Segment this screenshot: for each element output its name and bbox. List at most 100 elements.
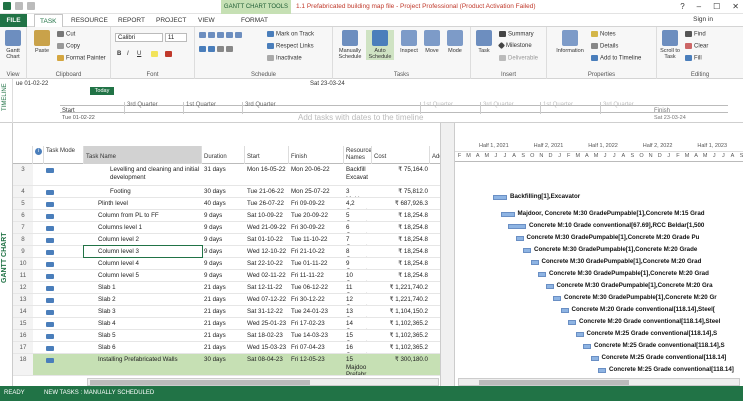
tab-project[interactable]: PROJECT: [151, 14, 191, 27]
finish-cell[interactable]: Tue 14-03-23: [289, 330, 344, 341]
finish-cell[interactable]: Fri 11-11-22: [289, 270, 344, 281]
finish-cell[interactable]: Fri 21-10-22: [289, 246, 344, 257]
cost-cell[interactable]: ₹ 75,812.0: [372, 186, 430, 197]
duration-cell[interactable]: 9 days: [202, 258, 245, 269]
gantt-chart-button[interactable]: Gantt Chart: [0, 30, 26, 60]
duration-cell[interactable]: 9 days: [202, 246, 245, 257]
summary-button[interactable]: Summary: [499, 31, 534, 38]
gantt-bar[interactable]: [598, 368, 606, 373]
table-row[interactable]: 11 Column level 59 days Wed 02-11-22 Fri 11…: [13, 270, 440, 282]
col-header-duration[interactable]: Duration: [202, 146, 245, 164]
cost-cell[interactable]: ₹ 18,254.8: [372, 222, 430, 233]
table-row[interactable]: 5 Plinth level 40 days Tue 26-07-22 Fri 09-0…: [13, 198, 440, 210]
duration-cell[interactable]: 9 days: [202, 270, 245, 281]
resource-names-cell[interactable]: 9 Concret: [344, 258, 372, 269]
col-header-finish[interactable]: Finish: [289, 146, 344, 164]
task-mode-cell[interactable]: [44, 270, 84, 281]
indicator-cell[interactable]: [33, 354, 44, 375]
gantt-bar[interactable]: [553, 296, 561, 301]
auto-schedule-button[interactable]: Auto Schedule: [366, 30, 394, 60]
finish-cell[interactable]: Fri 30-09-22: [289, 222, 344, 233]
add-column-cell[interactable]: [430, 246, 440, 257]
duration-cell[interactable]: 30 days: [202, 354, 245, 375]
cut-button[interactable]: Cut: [57, 31, 75, 38]
resource-names-cell[interactable]: 8 Concret: [344, 246, 372, 257]
indicator-cell[interactable]: [33, 198, 44, 209]
task-name-cell[interactable]: Slab 1: [84, 282, 202, 293]
task-mode-cell[interactable]: [44, 198, 84, 209]
task-mode-cell[interactable]: [44, 282, 84, 293]
highlight-color-button[interactable]: [151, 51, 160, 58]
start-cell[interactable]: Tue 26-07-22: [245, 198, 289, 209]
duration-cell[interactable]: 31 days: [202, 164, 245, 185]
task-name-cell[interactable]: Column level 2: [84, 234, 202, 245]
table-row[interactable]: 16 Slab 5 21 days Sat 18-02-23 Tue 14-03-23 1…: [13, 330, 440, 342]
task-grid[interactable]: i Task Mode Task Name Duration Start Fin…: [13, 123, 440, 386]
task-name-cell[interactable]: Slab 4: [84, 318, 202, 329]
duration-cell[interactable]: 9 days: [202, 210, 245, 221]
row-id-cell[interactable]: 5: [13, 198, 33, 209]
table-row[interactable]: 8 Column level 29 days Sat 01-10-22 Tue 11-…: [13, 234, 440, 246]
col-header-add[interactable]: Add: [430, 146, 440, 164]
task-mode-cell[interactable]: [44, 246, 84, 257]
indicator-cell[interactable]: [33, 210, 44, 221]
col-header-task-mode[interactable]: Task Mode: [44, 146, 84, 164]
finish-cell[interactable]: Tue 11-10-22: [289, 234, 344, 245]
add-column-cell[interactable]: [430, 222, 440, 233]
duration-cell[interactable]: 21 days: [202, 306, 245, 317]
add-column-cell[interactable]: [430, 186, 440, 197]
start-cell[interactable]: Wed 15-03-23: [245, 342, 289, 353]
resource-names-cell[interactable]: 14 Concret: [344, 318, 372, 329]
task-name-cell[interactable]: Column from PL to FF: [84, 210, 202, 221]
indicator-cell[interactable]: [33, 282, 44, 293]
gantt-chart-pane[interactable]: Half 1, 2021 Half 2, 2021 Half 1, 2022 Half…: [455, 123, 743, 386]
milestone-button[interactable]: Milestone: [497, 41, 532, 49]
task-name-cell[interactable]: Column level 3: [83, 245, 203, 258]
table-row[interactable]: 10 Column level 49 days Sat 22-10-22 Tue 01…: [13, 258, 440, 270]
duration-cell[interactable]: 21 days: [202, 294, 245, 305]
cost-cell[interactable]: ₹ 18,254.8: [372, 234, 430, 245]
inspect-button[interactable]: Inspect: [397, 30, 421, 54]
task-name-cell[interactable]: Levelling and cleaning and initial devel…: [84, 164, 202, 185]
row-id-cell[interactable]: 13: [13, 294, 33, 305]
table-row[interactable]: 7 Columns level 19 days Wed 21-09-22 Fri 30…: [13, 222, 440, 234]
paste-button[interactable]: Paste: [29, 30, 55, 54]
italic-button[interactable]: I: [127, 51, 129, 57]
add-column-cell[interactable]: [430, 210, 440, 221]
add-column-cell[interactable]: [430, 306, 440, 317]
resource-names-cell[interactable]: 3 Majdoo: [344, 186, 372, 197]
tab-file[interactable]: FILE: [0, 14, 27, 27]
row-id-cell[interactable]: 4: [13, 186, 33, 197]
gantt-bar[interactable]: [560, 308, 569, 313]
gantt-bar[interactable]: [493, 195, 507, 200]
cost-cell[interactable]: ₹ 1,221,740.2: [372, 282, 430, 293]
grid-horizontal-scrollbar[interactable]: [87, 378, 439, 386]
add-column-cell[interactable]: [430, 258, 440, 269]
chart-horizontal-scrollbar[interactable]: [458, 378, 740, 386]
tab-view[interactable]: VIEW: [193, 14, 220, 27]
task-name-cell[interactable]: Plinth level: [84, 198, 202, 209]
indicator-cell[interactable]: [33, 330, 44, 341]
copy-button[interactable]: Copy: [57, 43, 80, 50]
resource-names-cell[interactable]: 5 Concret: [344, 210, 372, 221]
task-name-cell[interactable]: Slab 6: [84, 342, 202, 353]
underline-button[interactable]: U: [137, 51, 141, 57]
cost-cell[interactable]: ₹ 18,254.8: [372, 258, 430, 269]
cost-cell[interactable]: ₹ 18,254.8: [372, 246, 430, 257]
cost-cell[interactable]: ₹ 1,102,365.2: [372, 342, 430, 353]
gantt-bar[interactable]: [583, 344, 591, 349]
indicator-cell[interactable]: [33, 222, 44, 233]
col-header-task-name[interactable]: Task Name: [84, 146, 202, 164]
resource-names-cell[interactable]: 6 Concret: [344, 222, 372, 233]
row-id-cell[interactable]: 14: [13, 306, 33, 317]
row-id-cell[interactable]: 8: [13, 234, 33, 245]
cost-cell[interactable]: ₹ 1,104,150.2: [372, 306, 430, 317]
task-mode-cell[interactable]: [44, 318, 84, 329]
task-name-cell[interactable]: Column level 4: [84, 258, 202, 269]
font-size-select[interactable]: 11: [165, 33, 187, 42]
start-cell[interactable]: Sat 12-11-22: [245, 282, 289, 293]
mode-button[interactable]: Mode: [444, 30, 466, 54]
timeline-view[interactable]: TIMELINE ue 01-02-22 Sat 23-03-24 Today …: [0, 79, 743, 123]
indicator-cell[interactable]: [33, 318, 44, 329]
indicator-cell[interactable]: [33, 294, 44, 305]
